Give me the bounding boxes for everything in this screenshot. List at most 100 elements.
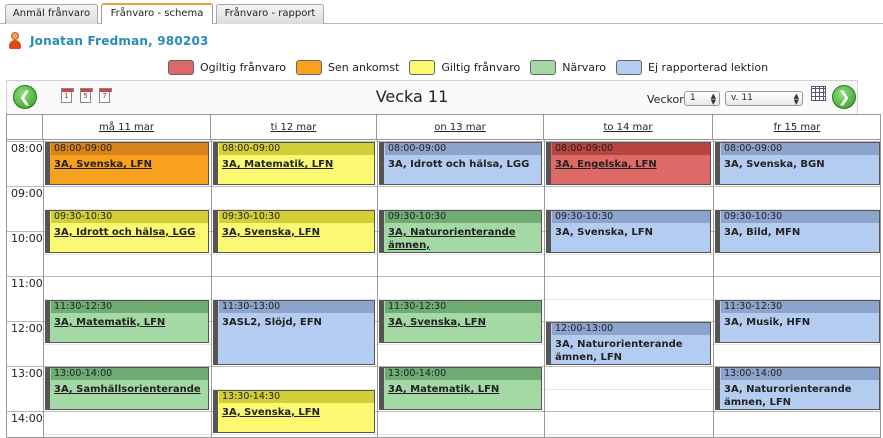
lesson-title[interactable]: 3A, Matematik, LFN — [222, 158, 372, 171]
day-header[interactable]: on 13 mar — [377, 115, 544, 140]
lesson-status-bar — [46, 210, 50, 252]
legend-swatch — [616, 59, 643, 75]
legend-item-sen: Sen ankomst — [295, 59, 400, 75]
half-hour-gridline — [43, 433, 880, 435]
lesson-status-bar — [716, 210, 720, 252]
lesson-time: 11:30-12:30 — [51, 300, 208, 313]
lesson-block[interactable]: 11:30-12:30 3A, Matematik, LFN — [45, 299, 209, 343]
lesson-title[interactable]: 3A, Matematik, LFN — [54, 316, 206, 329]
week-select[interactable]: v. 11 ▲ ▼ — [725, 91, 803, 106]
lesson-block[interactable]: 09:30-10:30 3A, Naturorienterande ämnen, — [379, 209, 542, 253]
lesson-title[interactable]: 3A, Engelska, LFN — [555, 158, 708, 171]
day-column-divider — [544, 140, 545, 437]
lesson-title[interactable]: 3A, Svenska, LFN — [222, 406, 372, 419]
lesson-status-bar — [547, 323, 551, 364]
lesson-time: 08:00-09:00 — [219, 143, 374, 155]
lesson-block[interactable]: 13:00-14:00 3A, Naturorienterande ämnen, … — [715, 367, 880, 410]
lesson-status-bar — [716, 143, 720, 184]
legend-label: Giltig frånvaro — [441, 60, 521, 74]
lesson-title[interactable]: 3A, Svenska, LFN — [222, 226, 372, 239]
lesson-time: 08:00-09:00 — [721, 143, 879, 155]
tab-franvaro-rapport[interactable]: Frånvaro - rapport — [216, 4, 324, 24]
time-column-header — [7, 115, 43, 140]
lesson-block[interactable]: 11:30-13:00 3ASL2, Slöjd, EFN — [213, 299, 375, 365]
lesson-block[interactable]: 08:00-09:00 3A, Engelska, LFN — [546, 142, 711, 185]
lesson-block[interactable]: 11:30-12:30 3A, Svenska, LFN — [379, 299, 542, 343]
lesson-time: 09:30-10:30 — [51, 210, 208, 223]
lesson-block[interactable]: 13:30-14:30 3A, Svenska, LFN — [213, 389, 375, 433]
weeks-count-select[interactable]: 1 ▲ ▼ — [684, 91, 720, 106]
lesson-status-bar — [380, 300, 384, 342]
lesson-block[interactable]: 08:00-09:00 3A, Svenska, BGN — [715, 142, 880, 185]
lesson-block[interactable]: 09:30-10:30 3A, Svenska, LFN — [213, 209, 375, 253]
lesson-block[interactable]: 09:30-10:30 3A, Idrott och hälsa, LGG — [45, 209, 209, 253]
lesson-status-bar — [547, 143, 551, 184]
lesson-block[interactable]: 13:00-14:00 3A, Samhällsorienterande — [45, 367, 209, 410]
lesson-time: 13:00-14:00 — [51, 368, 208, 380]
hour-label: 09:00 — [11, 187, 43, 200]
lesson-block[interactable]: 09:30-10:30 3A, Bild, MFN — [715, 209, 880, 253]
day-column-divider — [713, 140, 714, 437]
lesson-block[interactable]: 09:30-10:30 3A, Svenska, LFN — [546, 209, 711, 253]
month-calendar-icon[interactable] — [811, 86, 826, 101]
lesson-title[interactable]: 3A, Matematik, LFN — [388, 383, 539, 396]
day-column-divider — [43, 140, 44, 437]
lesson-title: 3A, Naturorienterande ämnen, LFN — [724, 384, 852, 408]
next-week-icon[interactable]: ❯ — [832, 85, 856, 109]
lesson-block[interactable]: 08:00-09:00 3A, Idrott och hälsa, LGG — [379, 142, 542, 185]
legend-item-giltig: Giltig frånvaro — [409, 59, 521, 75]
lesson-title: 3ASL2, Slöjd, EFN — [222, 316, 322, 328]
half-hour-gridline — [43, 343, 880, 345]
lesson-title: 3A, Idrott och hälsa, LGG — [388, 159, 530, 170]
lesson-time: 13:00-14:00 — [721, 368, 879, 380]
lesson-status-bar — [214, 300, 218, 364]
lesson-title[interactable]: 3A, Svenska, LFN — [388, 316, 539, 329]
prev-week-icon[interactable]: ❮ — [13, 85, 37, 109]
calendar-day-icon[interactable]: 1 — [61, 88, 74, 103]
lesson-block[interactable]: 08:00-09:00 3A, Matematik, LFN — [213, 142, 375, 185]
hour-gridline — [7, 186, 880, 187]
day-header[interactable]: ti 12 mar — [211, 115, 377, 140]
day-header[interactable]: fr 15 mar — [713, 115, 880, 140]
day-header[interactable]: to 14 mar — [544, 115, 713, 140]
legend-item-narvaro: Närvaro — [530, 59, 606, 75]
lesson-status-bar — [380, 210, 384, 252]
lesson-time: 11:30-12:30 — [385, 300, 541, 313]
lesson-title[interactable]: 3A, Idrott och hälsa, LGG — [54, 226, 206, 239]
lesson-block[interactable]: 08:00-09:00 3A, Svenska, LFN — [45, 142, 209, 185]
week-toolbar: ❮ 1 5 7 Vecka 11 Veckor 1 ▲ ▼ v. 11 ▲ ▼ ❯ — [6, 80, 858, 114]
lesson-title[interactable]: 3A, Naturorienterande ämnen, — [388, 226, 539, 252]
lesson-time: 11:30-13:00 — [219, 300, 374, 313]
lesson-time: 13:30-14:30 — [219, 390, 374, 403]
lesson-time: 11:30-12:30 — [721, 300, 879, 313]
lesson-time: 09:30-10:30 — [219, 210, 374, 223]
hour-label: 11:00 — [11, 277, 43, 290]
calendar-workweek-icon[interactable]: 5 — [80, 88, 93, 103]
hour-gridline — [7, 411, 880, 412]
lesson-status-bar — [547, 210, 551, 252]
legend-label: Sen ankomst — [327, 60, 400, 74]
lesson-title[interactable]: 3A, Samhällsorienterande — [54, 383, 206, 396]
week-title: Vecka 11 — [375, 87, 449, 106]
lesson-block[interactable]: 13:00-14:00 3A, Matematik, LFN — [379, 367, 542, 410]
lesson-status-bar — [214, 143, 218, 184]
lesson-title: 3A, Svenska, LFN — [555, 226, 653, 238]
app-window: Anmäl frånvaro Frånvaro - schema Frånvar… — [0, 0, 883, 438]
day-header[interactable]: må 11 mar — [43, 115, 211, 140]
tab-franvaro-schema[interactable]: Frånvaro - schema — [101, 3, 213, 24]
lesson-time: 13:00-14:00 — [385, 368, 541, 380]
lesson-time: 09:30-10:30 — [385, 210, 541, 223]
calendar-week-icon[interactable]: 7 — [99, 88, 112, 103]
tab-anmal-franvaro[interactable]: Anmäl frånvaro — [5, 4, 98, 24]
lesson-status-bar — [46, 143, 50, 184]
person-icon — [8, 32, 22, 50]
lesson-block[interactable]: 11:30-12:30 3A, Musik, HFN — [715, 299, 880, 343]
lesson-title[interactable]: 3A, Svenska, LFN — [54, 158, 206, 171]
lesson-title: 3A, Svenska, BGN — [724, 159, 825, 170]
lesson-title: 3A, Bild, MFN — [724, 226, 801, 238]
lesson-time: 08:00-09:00 — [385, 143, 541, 155]
lesson-status-bar — [214, 390, 218, 432]
schedule-grid: må 11 mar ti 12 mar on 13 mar to 14 mar fr 1… — [6, 114, 881, 438]
lesson-block[interactable]: 12:00-13:00 3A, Naturorienterande ämnen, … — [546, 322, 711, 365]
legend-item-ogiltig: Ogiltig frånvaro — [168, 59, 286, 75]
